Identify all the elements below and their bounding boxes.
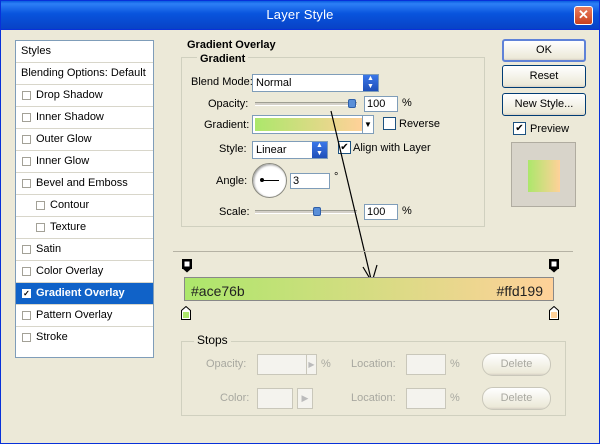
satin-checkbox[interactable] <box>22 245 31 254</box>
stop-opacity-location-input[interactable] <box>406 354 446 375</box>
stop-opacity-input[interactable]: ▶ <box>257 354 317 375</box>
preview-swatch <box>528 160 560 192</box>
style-item-inner-glow[interactable]: Inner Glow <box>16 151 153 173</box>
inner-glow-checkbox[interactable] <box>22 157 31 166</box>
style-item-stroke[interactable]: Stroke <box>16 327 153 349</box>
scale-slider[interactable] <box>255 207 357 216</box>
style-item-outer-glow[interactable]: Outer Glow <box>16 129 153 151</box>
gradient-swatch[interactable] <box>255 118 362 131</box>
outer-glow-checkbox[interactable] <box>22 135 31 144</box>
style-item-drop-shadow[interactable]: Drop Shadow <box>16 85 153 107</box>
blend-mode-label: Blend Mode: <box>191 76 253 88</box>
dropdown-arrow-icon[interactable]: ▼ <box>362 116 373 133</box>
blend-mode-value: Normal <box>256 77 292 89</box>
preview-checkbox[interactable]: ✔ <box>513 122 526 135</box>
blending-options-item[interactable]: Blending Options: Default <box>16 63 153 85</box>
reverse-label: Reverse <box>399 118 440 130</box>
pattern-overlay-checkbox[interactable] <box>22 311 31 320</box>
color-overlay-checkbox[interactable] <box>22 267 31 276</box>
reverse-checkbox[interactable] <box>383 117 396 130</box>
opacity-stop-right-icon[interactable] <box>549 259 559 273</box>
style-item-satin[interactable]: Satin <box>16 239 153 261</box>
opacity-unit: % <box>402 97 412 109</box>
angle-dial[interactable] <box>252 163 287 198</box>
color-stop-left-icon[interactable] <box>181 306 191 320</box>
style-item-inner-shadow[interactable]: Inner Shadow <box>16 107 153 129</box>
stop-opacity-label: Opacity: <box>206 358 247 370</box>
scale-label: Scale: <box>219 206 250 218</box>
updown-arrow-icon: ▲ ▼ <box>363 75 378 91</box>
right-color-label: #ffd199 <box>496 283 543 299</box>
bevel-emboss-checkbox[interactable] <box>22 179 31 188</box>
stop-color-location-label: Location: <box>351 392 396 404</box>
stepper-arrow-icon[interactable]: ▶ <box>306 355 316 374</box>
delete-opacity-stop-button[interactable]: Delete <box>482 353 551 376</box>
stroke-checkbox[interactable] <box>22 333 31 342</box>
styles-header[interactable]: Styles <box>16 41 153 63</box>
angle-unit: ° <box>334 171 339 183</box>
color-stop-right-icon[interactable] <box>549 306 559 320</box>
style-label: Style: <box>219 143 247 155</box>
gradient-preview-bar[interactable]: #ace76b #ffd199 <box>184 277 554 301</box>
angle-label: Angle: <box>216 175 248 187</box>
style-item-gradient-overlay[interactable]: ✓ Gradient Overlay <box>16 283 153 305</box>
stop-opacity-location-label: Location: <box>351 358 396 370</box>
opacity-slider[interactable] <box>255 99 357 108</box>
new-style-button[interactable]: New Style... <box>502 93 586 116</box>
color-picker-arrow-icon[interactable]: ▶ <box>297 388 313 409</box>
updown-arrow-icon: ▲ ▼ <box>312 142 327 158</box>
preview-thumbnail <box>511 142 576 207</box>
opacity-stop-left-icon[interactable] <box>182 259 192 273</box>
align-with-layer-label: Align with Layer <box>353 142 431 154</box>
angle-input[interactable]: 3 <box>290 173 330 189</box>
layer-style-dialog: Layer Style ✕ Styles Blending Options: D… <box>0 0 600 444</box>
opacity-input[interactable]: 100 <box>364 96 398 112</box>
style-item-pattern-overlay[interactable]: Pattern Overlay <box>16 305 153 327</box>
stop-opacity-location-percent: % <box>450 358 460 370</box>
gradient-picker[interactable]: ▼ <box>252 115 374 134</box>
style-select[interactable]: Linear ▲ ▼ <box>252 141 328 159</box>
gradient-label: Gradient: <box>204 119 250 131</box>
scale-slider-thumb[interactable] <box>313 207 321 216</box>
gradient-overlay-checkbox[interactable]: ✓ <box>22 289 31 298</box>
stop-color-location-input[interactable] <box>406 388 446 409</box>
reset-button[interactable]: Reset <box>502 65 586 88</box>
inner-shadow-checkbox[interactable] <box>22 113 31 122</box>
style-item-bevel-emboss[interactable]: Bevel and Emboss <box>16 173 153 195</box>
stop-color-swatch[interactable] <box>257 388 293 409</box>
stop-color-location-percent: % <box>450 392 460 404</box>
angle-dial-center <box>260 178 264 182</box>
stop-opacity-percent: % <box>321 358 331 370</box>
gradient-overlay-title: Gradient Overlay <box>187 39 276 51</box>
preview-label: Preview <box>530 123 570 135</box>
stops-title: Stops <box>194 333 231 347</box>
opacity-slider-thumb[interactable] <box>348 99 356 108</box>
scale-unit: % <box>402 205 412 217</box>
style-item-color-overlay[interactable]: Color Overlay <box>16 261 153 283</box>
scale-input[interactable]: 100 <box>364 204 398 220</box>
styles-list: Styles Blending Options: Default Drop Sh… <box>15 40 154 358</box>
style-item-texture[interactable]: Texture <box>16 217 153 239</box>
texture-checkbox[interactable] <box>36 223 45 232</box>
contour-checkbox[interactable] <box>36 201 45 210</box>
close-icon[interactable]: ✕ <box>574 6 593 25</box>
style-value: Linear <box>256 144 287 156</box>
opacity-label: Opacity: <box>208 98 249 110</box>
editor-divider <box>173 251 573 252</box>
blend-mode-select[interactable]: Normal ▲ ▼ <box>252 74 379 92</box>
left-color-label: #ace76b <box>191 283 245 299</box>
delete-color-stop-button[interactable]: Delete <box>482 387 551 410</box>
gradient-group-title: Gradient <box>197 53 249 65</box>
align-with-layer-checkbox[interactable]: ✔ <box>338 141 351 154</box>
stop-color-label: Color: <box>220 392 250 404</box>
style-item-contour[interactable]: Contour <box>16 195 153 217</box>
ok-button[interactable]: OK <box>502 39 586 62</box>
drop-shadow-checkbox[interactable] <box>22 91 31 100</box>
window-title: Layer Style <box>266 7 334 22</box>
angle-dial-needle <box>262 180 279 181</box>
title-bar[interactable]: Layer Style ✕ <box>1 1 599 30</box>
